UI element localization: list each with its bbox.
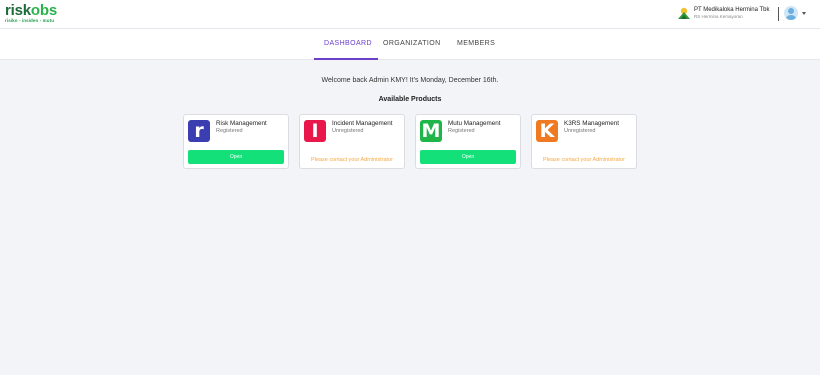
logo-wordmark-part2: obs	[30, 2, 57, 19]
riskobs-logo[interactable]: riskobs risiko - insiden - mutu	[5, 3, 57, 24]
product-name: Incident Management	[332, 120, 393, 127]
logo-wordmark: riskobs	[5, 3, 57, 18]
top-bar: riskobs risiko - insiden - mutu PT Medik…	[0, 0, 820, 29]
tab-members[interactable]: MEMBERS	[457, 40, 495, 47]
welcome-message: Welcome back Admin KMY! It's Monday, Dec…	[321, 77, 499, 84]
hermina-logo-icon	[678, 7, 690, 19]
product-name: Mutu Management	[448, 120, 501, 127]
header-divider	[778, 7, 779, 21]
product-name: K3RS Management	[564, 120, 619, 127]
risk-management-icon: r	[188, 120, 210, 142]
product-card-incident: I Incident Management Unregistered Pleas…	[299, 114, 405, 169]
product-card-risk: r Risk Management Registered Open	[183, 114, 289, 169]
contact-admin-notice: Please contact your Administrator	[311, 157, 393, 163]
main-nav: DASHBOARD ORGANIZATION MEMBERS	[0, 29, 820, 60]
tab-organization[interactable]: ORGANIZATION	[383, 40, 441, 47]
organization-name: PT Medikaloka Hermina Tbk	[694, 6, 770, 13]
product-status: Unregistered	[564, 128, 596, 134]
organization-unit: RS Hermina Kemayoran	[694, 13, 743, 19]
logo-wordmark-part1: risk	[5, 2, 31, 19]
product-card-mutu: M Mutu Management Registered Open	[415, 114, 521, 169]
user-avatar-icon[interactable]	[784, 6, 798, 20]
active-tab-indicator	[314, 58, 378, 60]
contact-admin-notice: Please contact your Administrator	[543, 157, 625, 163]
open-button[interactable]: Open	[188, 150, 284, 164]
product-card-k3rs: K K3RS Management Unregistered Please co…	[531, 114, 637, 169]
product-status: Registered	[448, 128, 475, 134]
product-name: Risk Management	[216, 120, 267, 127]
product-status: Unregistered	[332, 128, 364, 134]
k3rs-management-icon: K	[536, 120, 558, 142]
chevron-down-icon[interactable]	[802, 12, 806, 15]
logo-tagline: risiko - insiden - mutu	[5, 18, 55, 23]
section-title: Available Products	[378, 96, 442, 103]
incident-management-icon: I	[304, 120, 326, 142]
organization-info[interactable]: PT Medikaloka Hermina Tbk RS Hermina Kem…	[677, 6, 769, 20]
open-button[interactable]: Open	[420, 150, 516, 164]
tab-dashboard[interactable]: DASHBOARD	[324, 40, 372, 47]
mutu-management-icon: M	[420, 120, 442, 142]
product-status: Registered	[216, 128, 243, 134]
